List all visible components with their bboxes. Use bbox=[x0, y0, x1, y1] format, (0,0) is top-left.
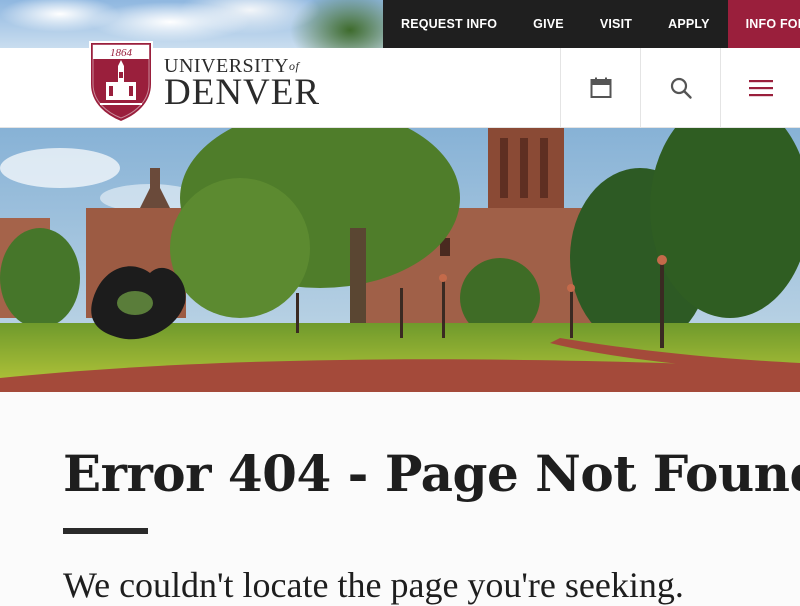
wordmark-denver: DENVER bbox=[164, 72, 321, 113]
university-logo[interactable]: 1864 UNIVERSITYof DENVER bbox=[86, 38, 320, 124]
error-content: Error 404 - Page Not Found We couldn't l… bbox=[0, 392, 800, 605]
utility-nav: REQUEST INFO GIVE VISIT APPLY INFO FOR bbox=[383, 0, 800, 48]
give-link[interactable]: GIVE bbox=[515, 0, 582, 48]
menu-button[interactable] bbox=[720, 48, 800, 128]
visit-link[interactable]: VISIT bbox=[582, 0, 650, 48]
search-icon bbox=[670, 77, 692, 99]
hamburger-menu-icon bbox=[748, 80, 773, 97]
info-for-button[interactable]: INFO FOR bbox=[727, 0, 800, 48]
wordmark-of: of bbox=[289, 59, 300, 73]
calendar-button[interactable] bbox=[560, 48, 640, 128]
campus-photo bbox=[0, 128, 800, 392]
title-divider bbox=[63, 528, 148, 534]
university-wordmark: UNIVERSITYof DENVER bbox=[164, 56, 321, 113]
info-for-label: INFO FOR bbox=[745, 17, 800, 31]
request-info-link[interactable]: REQUEST INFO bbox=[383, 0, 515, 48]
university-shield-icon: 1864 bbox=[89, 41, 153, 124]
search-button[interactable] bbox=[640, 48, 720, 128]
hero-campus-photo bbox=[0, 128, 800, 392]
svg-text:1864: 1864 bbox=[110, 47, 133, 59]
page-title: Error 404 - Page Not Found bbox=[63, 444, 800, 503]
site-header: 1864 UNIVERSITYof DENVER bbox=[0, 41, 800, 128]
calendar-icon bbox=[590, 77, 611, 98]
apply-link[interactable]: APPLY bbox=[650, 0, 728, 48]
